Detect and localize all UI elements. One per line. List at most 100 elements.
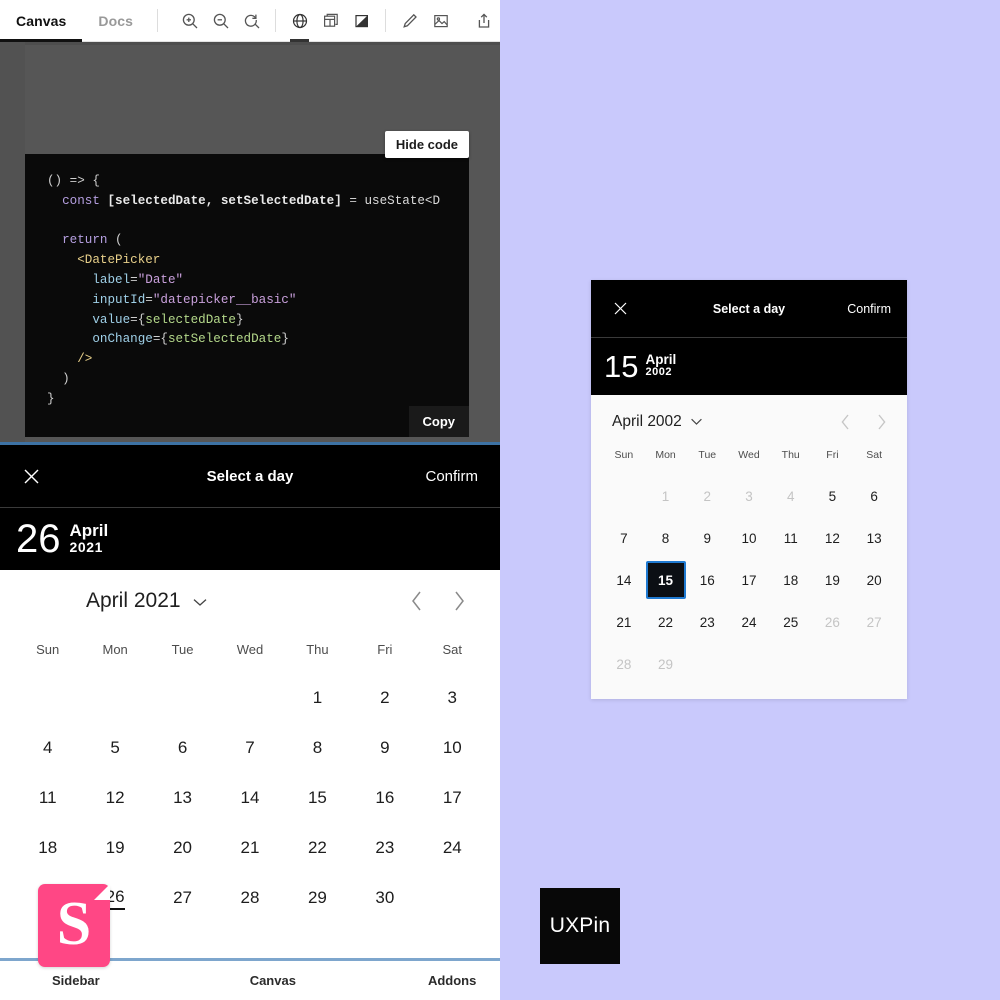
chevron-left-icon[interactable]: [410, 590, 424, 612]
left-day-29[interactable]: 29: [308, 888, 327, 908]
right-day-11[interactable]: 11: [775, 522, 807, 554]
right-day-7[interactable]: 7: [608, 522, 640, 554]
copy-button[interactable]: Copy: [408, 406, 469, 437]
right-day-15[interactable]: 15: [645, 561, 686, 599]
left-day-16[interactable]: 16: [375, 788, 394, 808]
tab-docs[interactable]: Docs: [82, 0, 149, 41]
chevron-down-icon: [690, 413, 703, 431]
left-day-23[interactable]: 23: [375, 838, 394, 858]
toolbar-divider-2: [275, 9, 277, 32]
left-day-1[interactable]: 1: [313, 688, 322, 708]
right-confirm-button[interactable]: Confirm: [847, 302, 891, 316]
left-day-9[interactable]: 9: [380, 738, 389, 758]
close-icon[interactable]: [20, 465, 42, 487]
image-icon[interactable]: [425, 0, 456, 41]
left-day-19[interactable]: 19: [106, 838, 125, 858]
right-day-23[interactable]: 23: [691, 606, 723, 638]
left-month-selector[interactable]: April 2021: [86, 589, 208, 613]
right-day-14[interactable]: 14: [608, 564, 640, 596]
right-month-selector[interactable]: April 2002: [612, 413, 703, 431]
tab-canvas-label: Canvas: [16, 12, 67, 29]
bottom-sidebar-label[interactable]: Sidebar: [52, 973, 100, 988]
right-day-cell-wrap: 27: [853, 601, 895, 643]
share-icon[interactable]: [468, 0, 499, 41]
right-day-cell-wrap: [853, 643, 895, 685]
chevron-left-icon[interactable]: [840, 413, 851, 431]
left-day-21[interactable]: 21: [241, 838, 260, 858]
right-day-21[interactable]: 21: [608, 606, 640, 638]
contrast-icon[interactable]: [346, 0, 377, 41]
left-day-22[interactable]: 22: [308, 838, 327, 858]
right-day-28: 28: [616, 656, 632, 672]
right-day-16[interactable]: 16: [691, 564, 723, 596]
right-day-25[interactable]: 25: [775, 606, 807, 638]
tab-canvas[interactable]: Canvas: [0, 0, 83, 42]
left-day-5[interactable]: 5: [110, 738, 119, 758]
right-day-19[interactable]: 19: [816, 564, 848, 596]
right-day-22[interactable]: 22: [650, 606, 682, 638]
left-confirm-button[interactable]: Confirm: [425, 468, 478, 485]
right-day-cell-wrap: 5: [812, 475, 854, 517]
left-day-cell-wrap: 8: [284, 723, 351, 773]
left-day-11[interactable]: 11: [39, 788, 57, 808]
zoom-reset-icon[interactable]: [236, 0, 267, 41]
right-day-27: 27: [866, 614, 882, 630]
chevron-right-icon[interactable]: [452, 590, 466, 612]
right-day-cell-wrap: 1: [645, 475, 687, 517]
left-day-20[interactable]: 20: [173, 838, 192, 858]
zoom-out-icon[interactable]: [205, 0, 236, 41]
left-day-cell-wrap: 13: [149, 773, 216, 823]
right-day-8[interactable]: 8: [650, 522, 682, 554]
left-day-cell-wrap: 23: [351, 823, 418, 873]
left-day-18[interactable]: 18: [38, 838, 57, 858]
right-day-17[interactable]: 17: [733, 564, 765, 596]
right-day-6[interactable]: 6: [858, 480, 890, 512]
zoom-in-icon[interactable]: [174, 0, 205, 41]
pencil-icon[interactable]: [394, 0, 425, 41]
left-day-28[interactable]: 28: [241, 888, 260, 908]
right-day-grid: 1 2 3 4 5 6 7 8 9 10 11 12 13 14 15 16 17 18 19 20 21 22 23 24 2…: [603, 475, 895, 685]
left-day-cell-wrap: 27: [149, 873, 216, 923]
globe-icon[interactable]: [284, 0, 315, 42]
left-day-7[interactable]: 7: [245, 738, 254, 758]
code-line-12: }: [47, 391, 55, 406]
left-day-27[interactable]: 27: [173, 888, 192, 908]
chevron-right-icon[interactable]: [876, 413, 887, 431]
right-day-cell-wrap: 23: [686, 601, 728, 643]
left-day-cell-wrap: [14, 673, 81, 723]
bottom-canvas-label[interactable]: Canvas: [250, 973, 296, 988]
left-day-cell-wrap: 11: [14, 773, 81, 823]
right-day-13[interactable]: 13: [858, 522, 890, 554]
right-day-20[interactable]: 20: [858, 564, 890, 596]
right-day-10[interactable]: 10: [733, 522, 765, 554]
right-day-5[interactable]: 5: [816, 480, 848, 512]
left-day-3[interactable]: 3: [448, 688, 457, 708]
left-day-cell-wrap: 19: [81, 823, 148, 873]
left-day-cell-wrap: 12: [81, 773, 148, 823]
left-day-cell-wrap: 18: [14, 823, 81, 873]
close-icon[interactable]: [611, 300, 629, 318]
left-day-24[interactable]: 24: [443, 838, 462, 858]
left-day-14[interactable]: 14: [241, 788, 260, 808]
right-day-18[interactable]: 18: [775, 564, 807, 596]
right-day-12[interactable]: 12: [816, 522, 848, 554]
left-day-17[interactable]: 17: [443, 788, 462, 808]
left-day-12[interactable]: 12: [106, 788, 125, 808]
right-day-9[interactable]: 9: [691, 522, 723, 554]
grid-layout-icon[interactable]: [315, 0, 346, 41]
left-day-cell-wrap: 24: [419, 823, 486, 873]
left-day-2[interactable]: 2: [380, 688, 389, 708]
left-day-10[interactable]: 10: [443, 738, 462, 758]
hide-code-button[interactable]: Hide code: [384, 131, 469, 158]
left-day-15[interactable]: 15: [308, 788, 327, 808]
left-day-30[interactable]: 30: [375, 888, 394, 908]
left-day-13[interactable]: 13: [173, 788, 192, 808]
left-day-8[interactable]: 8: [313, 738, 322, 758]
right-day-cell-wrap: 2: [686, 475, 728, 517]
left-day-4[interactable]: 4: [43, 738, 52, 758]
bottom-addons-label[interactable]: Addons: [428, 973, 476, 988]
left-day-cell-wrap: 7: [216, 723, 283, 773]
right-day-24[interactable]: 24: [733, 606, 765, 638]
left-day-6[interactable]: 6: [178, 738, 187, 758]
right-day-cell-wrap: 6: [853, 475, 895, 517]
